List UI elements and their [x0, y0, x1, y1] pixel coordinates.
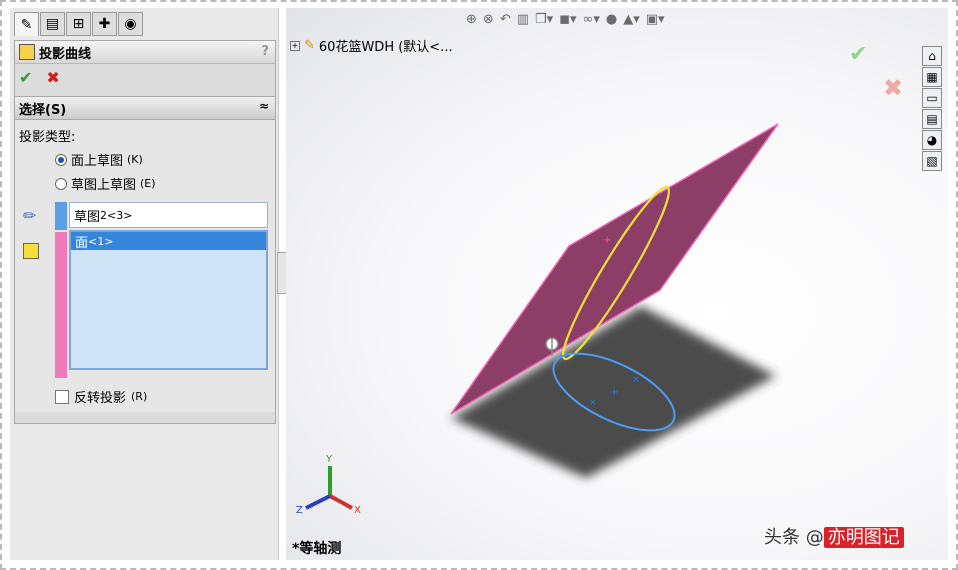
sketch-selection-box[interactable]: 草图 2<3>: [69, 202, 268, 228]
configurationmanager-tab-icon[interactable]: ⊞: [66, 12, 91, 36]
triad-y-label: Y: [325, 454, 333, 465]
sketch-selection-color-bar: [55, 202, 67, 230]
face-origin-marker: +: [603, 235, 611, 246]
face-selection-color-bar: [55, 232, 67, 378]
triad-x-label: X: [354, 505, 361, 516]
face-selection-list[interactable]: 面 <1>: [69, 230, 268, 370]
radio-unchecked-icon[interactable]: [55, 177, 67, 190]
dimxpert-tab-icon[interactable]: ✚: [92, 12, 117, 36]
model-graphics: + + × × Y X Z: [296, 123, 779, 516]
selections-section-title: 选择(S): [19, 102, 67, 118]
sketch-selection-icon: ✏: [23, 206, 37, 225]
coordinate-triad: Y X Z: [296, 454, 361, 516]
selections-section-body: 投影类型: 面上草图(K) 草图上草图(E) ✏ 草图2<3> 面<1>: [15, 120, 275, 412]
face-selection-value: 面: [75, 235, 89, 251]
watermark: 头条 @ 亦明图记: [764, 523, 904, 549]
reverse-projection-checkbox[interactable]: 反转投影 (R): [55, 387, 147, 406]
ellipse-point-marker: ×: [632, 375, 640, 385]
checkbox-unchecked-icon[interactable]: [55, 389, 69, 404]
ellipse-point-marker: ×: [589, 398, 597, 408]
reverse-projection-shortcut: (R): [131, 390, 148, 403]
help-button[interactable]: ?: [261, 44, 269, 59]
radio-checked-icon[interactable]: [55, 153, 67, 166]
ok-button[interactable]: ✔: [19, 68, 32, 87]
cancel-button[interactable]: ✖: [46, 68, 59, 87]
face-selection-suffix: <1>: [88, 234, 114, 248]
manager-tabs: ✎ ▤ ⊞ ✚ ◉: [14, 12, 143, 38]
selections-section-header[interactable]: 选择(S) ≈: [15, 96, 275, 120]
projection-type-label: 投影类型:: [19, 130, 76, 145]
projected-curve-icon: [19, 44, 35, 60]
sketch-on-faces-shortcut: (K): [127, 153, 143, 166]
watermark-prefix: 头条 @: [764, 527, 824, 548]
propertymanager: 投影曲线 ? ✔ ✖ 选择(S) ≈ 投影类型: 面上草图 (K) 草图上草图 (E…: [14, 40, 276, 424]
propertymanager-title: 投影曲线: [39, 46, 92, 62]
sketch-selection-suffix: 2<3>: [100, 208, 133, 222]
graphics-viewport[interactable]: ⊕ ⊗ ↶ ▥ ❒▾ ◼▾ ∞▾ ● ▲▾ ▣▾ + ✎ 60花篮WDH (默认…: [286, 8, 948, 560]
sketch-on-sketch-shortcut: (E): [140, 177, 156, 190]
propertymanager-header: 投影曲线 ?: [15, 41, 275, 64]
triad-z-label: Z: [296, 505, 303, 516]
ellipse-center-marker: +: [610, 387, 618, 398]
display-manager-tab-icon[interactable]: ◉: [118, 12, 143, 36]
collapse-icon[interactable]: ≈: [259, 99, 269, 113]
sketch-selection-value: 草图: [74, 209, 101, 225]
propertymanager-tab-icon[interactable]: ▤: [40, 12, 65, 36]
featuremanager-tab-icon[interactable]: ✎: [14, 12, 39, 36]
ok-cancel-row: ✔ ✖: [15, 64, 275, 90]
sketch-on-faces-radio[interactable]: 面上草图 (K): [55, 150, 143, 169]
view-orientation-name: *等轴测: [292, 541, 342, 557]
face-selection-icon: [23, 243, 39, 259]
left-panel: ✎ ▤ ⊞ ✚ ◉ 投影曲线 ? ✔ ✖ 选择(S) ≈ 投影类型: 面上草图(…: [10, 8, 279, 560]
sketch-on-sketch-label: 草图上草图: [71, 178, 137, 193]
watermark-stamp: 亦明图记: [823, 527, 904, 548]
face-selection-item[interactable]: 面 <1>: [71, 232, 266, 251]
sketch-on-sketch-radio[interactable]: 草图上草图 (E): [55, 174, 156, 193]
sketch-on-faces-label: 面上草图: [71, 154, 124, 169]
reverse-projection-label: 反转投影: [74, 391, 127, 406]
